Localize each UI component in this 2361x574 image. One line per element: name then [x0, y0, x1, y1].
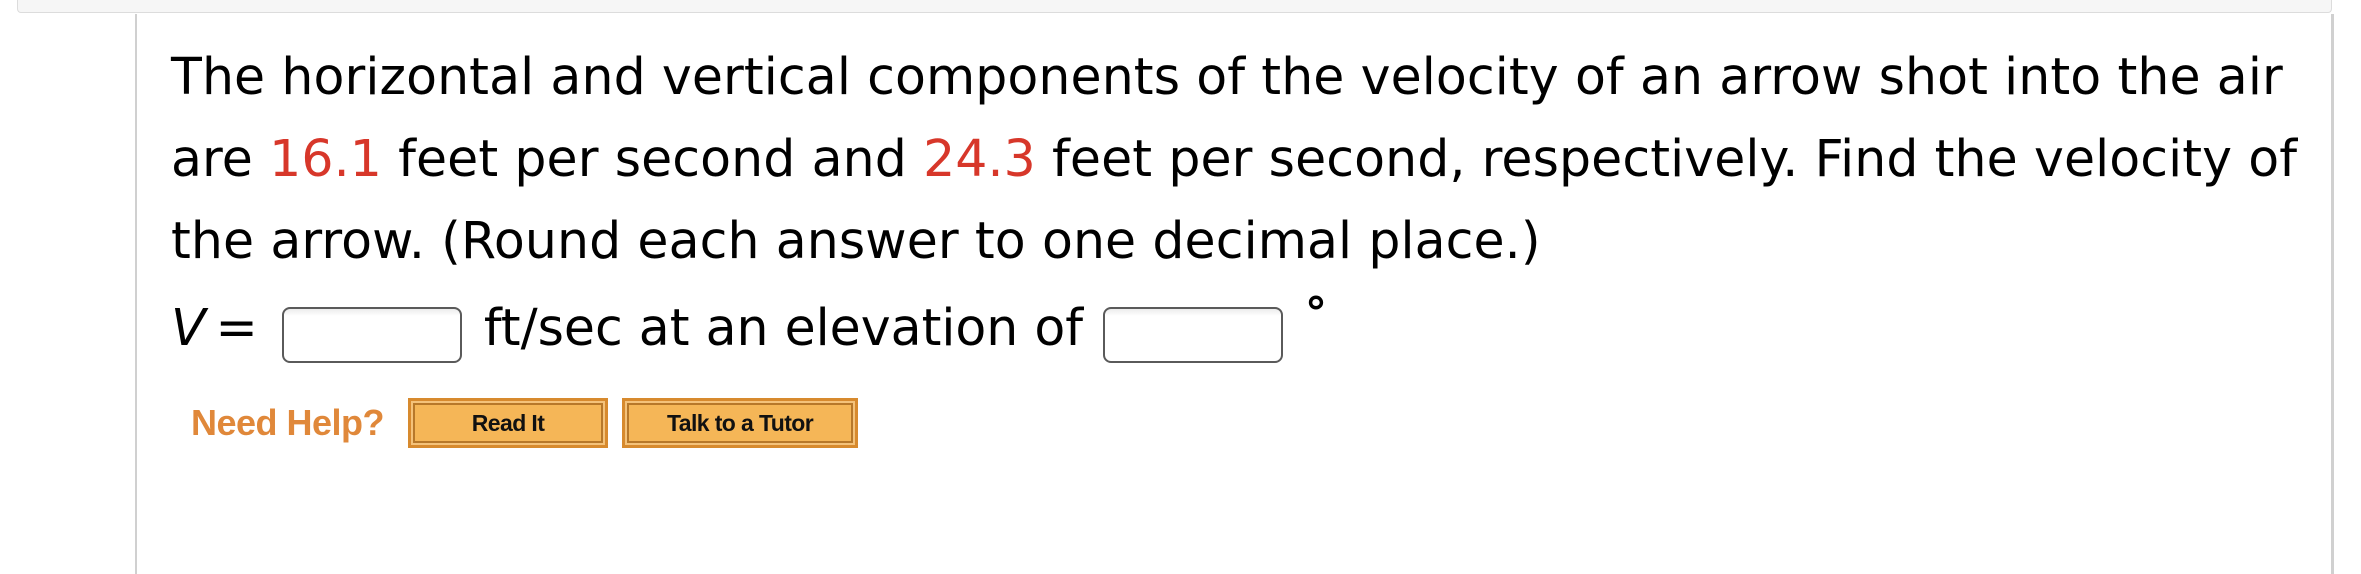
velocity-input[interactable] — [281, 307, 462, 363]
question-panel: The horizontal and vertical components o… — [135, 14, 2334, 574]
velocity-variable: V — [171, 297, 206, 357]
elevation-angle-input[interactable] — [1103, 307, 1284, 363]
unit-text: ft/sec at an elevation of — [483, 297, 1084, 357]
answer-line: V = ft/sec at an elevation of ° — [171, 286, 1327, 368]
talk-to-tutor-label: Talk to a Tutor — [667, 409, 814, 436]
question-text-part-2: feet per second and — [381, 129, 924, 188]
top-bar — [17, 0, 2332, 13]
talk-to-tutor-button[interactable]: Talk to a Tutor — [622, 398, 859, 448]
horizontal-velocity-value: 16.1 — [269, 129, 382, 188]
read-it-button[interactable]: Read It — [408, 398, 609, 448]
help-row: Need Help? Read It Talk to a Tutor — [191, 392, 872, 454]
vertical-velocity-value: 24.3 — [923, 129, 1036, 188]
degree-symbol: ° — [1305, 287, 1328, 339]
read-it-label: Read It — [471, 409, 545, 436]
question-text: The horizontal and vertical components o… — [171, 36, 2321, 282]
need-help-label: Need Help? — [191, 402, 385, 443]
equals-sign: = — [215, 297, 258, 357]
